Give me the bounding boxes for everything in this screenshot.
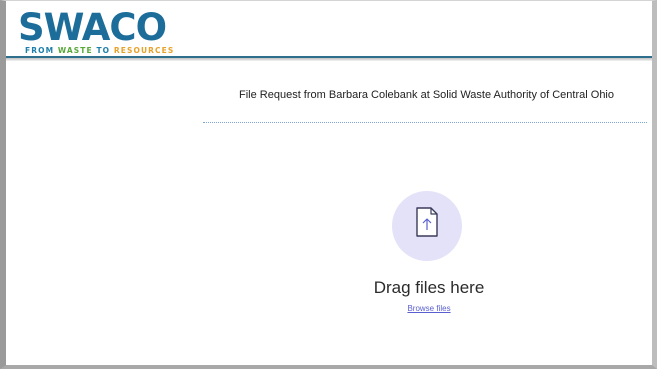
file-upload-icon <box>416 207 438 237</box>
logo-wordmark: SWACO <box>18 6 167 49</box>
site-header: SWACO FROM WASTE TO RESOURCES <box>6 1 652 56</box>
left-panel <box>6 61 203 365</box>
logo-tagline-resources: RESOURCES <box>113 46 175 55</box>
logo-tagline-waste: WASTE <box>57 46 93 55</box>
drag-files-label: Drag files here <box>373 278 485 297</box>
swaco-logo[interactable]: SWACO FROM WASTE TO RESOURCES <box>18 9 208 57</box>
browse-files-link[interactable]: Browse files <box>203 304 652 313</box>
browser-viewport: SWACO FROM WASTE TO RESOURCES File Reque… <box>0 0 657 369</box>
logo-tagline: FROM WASTE TO RESOURCES <box>25 47 174 55</box>
logo-tagline-from: FROM <box>25 46 58 55</box>
file-drop-zone[interactable]: Drag files here Browse files <box>203 122 647 365</box>
logo-tagline-to: TO <box>92 46 114 55</box>
page-title: File Request from Barbara Colebank at So… <box>239 89 614 101</box>
upload-icon-circle[interactable] <box>392 191 462 261</box>
